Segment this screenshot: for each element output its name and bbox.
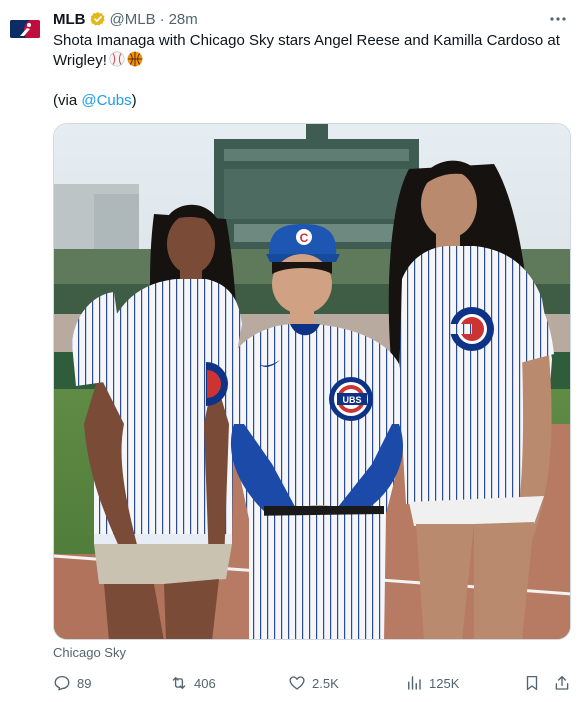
- author-handle[interactable]: @MLB: [110, 11, 156, 28]
- basketball-emoji: [127, 51, 143, 67]
- tweet-timestamp[interactable]: 28m: [169, 11, 198, 28]
- tweet-text: Shota Imanaga with Chicago Sky stars Ang…: [53, 31, 573, 71]
- svg-text:UBS: UBS: [342, 395, 361, 405]
- via-prefix: (via: [53, 92, 82, 109]
- retweet-button[interactable]: 406: [170, 674, 216, 692]
- views-chart-icon: [408, 676, 421, 690]
- like-button[interactable]: 2.5K: [288, 674, 339, 692]
- via-suffix: ): [131, 92, 137, 109]
- tweet-photo[interactable]: C UBS: [53, 123, 571, 640]
- retweet-icon: [172, 677, 186, 689]
- retweet-count: 406: [194, 675, 216, 691]
- share-button[interactable]: [553, 674, 571, 692]
- cubs-mention-link[interactable]: @Cubs: [81, 92, 131, 109]
- author-name[interactable]: MLB: [53, 11, 86, 28]
- media-caption[interactable]: Chicago Sky: [53, 645, 126, 660]
- svg-text:C: C: [300, 231, 309, 245]
- heart-icon: [289, 676, 305, 690]
- mlb-logo-icon[interactable]: [10, 20, 40, 38]
- views-count: 125K: [429, 675, 460, 691]
- action-bar: 89 406 2.5K 125K: [53, 674, 573, 694]
- tweet-card[interactable]: MLB @MLB · 28m Shota Imanaga with Chicag…: [0, 0, 582, 702]
- reply-count: 89: [77, 675, 92, 691]
- tweet-header: MLB @MLB · 28m: [53, 10, 198, 28]
- separator-dot: ·: [159, 10, 165, 28]
- reply-icon: [54, 675, 70, 691]
- tweet-text-line-2: Wrigley!: [53, 51, 573, 71]
- like-count: 2.5K: [312, 675, 339, 691]
- tweet-text-line-1: Shota Imanaga with Chicago Sky stars Ang…: [53, 32, 560, 49]
- views-button[interactable]: 125K: [405, 674, 459, 692]
- via-line: (via @Cubs): [53, 91, 137, 111]
- verified-gold-badge-icon[interactable]: [90, 11, 106, 27]
- baseball-emoji: [109, 51, 125, 67]
- bookmark-icon: [526, 675, 538, 691]
- bookmark-button[interactable]: [523, 674, 541, 692]
- reply-button[interactable]: 89: [53, 674, 91, 692]
- more-dots-icon[interactable]: [548, 10, 568, 28]
- tweet-text-line-2-text: Wrigley!: [53, 52, 107, 69]
- share-icon: [555, 675, 569, 690]
